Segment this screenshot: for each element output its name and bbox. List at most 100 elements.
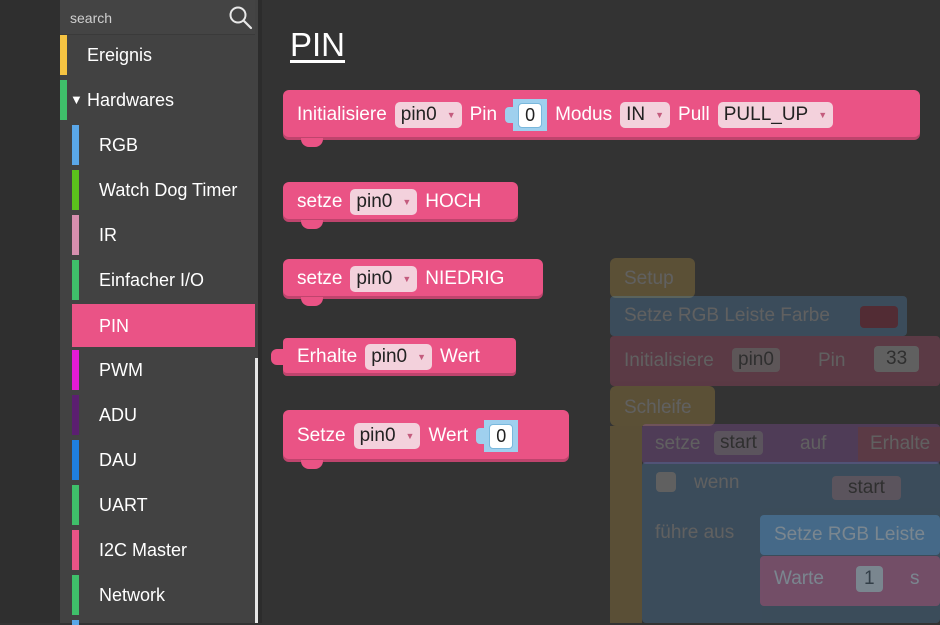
category-label: Hardwares: [87, 90, 175, 110]
dropdown-value: PULL_UP: [723, 104, 809, 125]
pin-dropdown[interactable]: pin0 ▼: [353, 423, 421, 449]
socket-box: 0: [484, 420, 519, 452]
dropdown-arrow-icon: ▼: [405, 431, 415, 441]
category-color-bar: [60, 80, 67, 120]
ghost-init-pin: pin0: [732, 348, 780, 372]
ghost-rgb-label: Setze RGB Leiste Farbe: [624, 305, 830, 326]
category-label: DAU: [99, 450, 138, 470]
pin-dropdown[interactable]: pin0 ▼: [350, 189, 418, 215]
category-hardwares[interactable]: ▼ Hardwares: [60, 78, 255, 122]
ghost-loop-label: Schleife: [624, 397, 692, 418]
category-network[interactable]: Network: [72, 573, 255, 617]
category-label: Einfacher I/O: [99, 270, 205, 290]
output-tab: [271, 349, 283, 365]
ghost-set-word: setze: [655, 433, 701, 454]
set-high-block[interactable]: setze pin0 ▼ HOCH: [283, 182, 518, 229]
category-label: I2C Master: [99, 540, 188, 560]
block-text: Wert: [428, 425, 469, 446]
dropdown-arrow-icon: ▼: [655, 110, 665, 120]
ghost-rgb2-block: Setze RGB Leiste: [760, 515, 940, 555]
dropdown-arrow-icon: ▼: [417, 352, 427, 362]
block-text: setze: [297, 268, 343, 289]
category-pin[interactable]: PIN: [72, 304, 255, 347]
category-next[interactable]: [72, 618, 255, 625]
category-color-bar: [72, 215, 79, 255]
category-watch-dog-timer[interactable]: Watch Dog Timer: [72, 168, 255, 212]
get-value-block[interactable]: Erhalte pin0 ▼ Wert: [271, 338, 516, 376]
category-i2c-master[interactable]: I2C Master: [72, 528, 255, 572]
ghost-init-word: Pin: [818, 350, 846, 371]
category-color-bar: [72, 350, 79, 390]
category-adu[interactable]: ADU: [72, 393, 255, 437]
ghost-init-value: 33: [874, 346, 920, 372]
category-pwm[interactable]: PWM: [72, 348, 255, 392]
ghost-setup-label: Setup: [624, 268, 674, 289]
ghost-set-to: auf: [800, 433, 827, 454]
search-icon[interactable]: [228, 5, 254, 31]
ghost-init-label: Initialisiere: [624, 350, 714, 371]
category-dau[interactable]: DAU: [72, 438, 255, 482]
block-text: Setze: [297, 425, 346, 446]
ghost-init-block: Initialisiere pin0 Pin 33: [610, 336, 940, 386]
ghost-do-word: führe aus: [655, 522, 735, 543]
number-input[interactable]: 0: [518, 102, 543, 128]
pin-dropdown[interactable]: pin0 ▼: [365, 344, 433, 370]
ghost-wait-value: 1: [856, 566, 883, 592]
dropdown-arrow-icon: ▼: [402, 197, 412, 207]
category-ir[interactable]: IR: [72, 213, 255, 257]
ghost-get-word: Erhalte: [858, 427, 940, 461]
dropdown-value: pin0: [359, 425, 396, 446]
socket-box: 0: [513, 99, 548, 131]
ghost-wait-label: Warte: [774, 568, 824, 589]
socket-tab: [476, 428, 485, 444]
ghost-set-var: start: [714, 431, 763, 455]
category-label: UART: [99, 495, 148, 515]
number-input[interactable]: 0: [489, 423, 514, 449]
init-pin-block[interactable]: Initialisiere pin0 ▼ Pin 0 Modus IN ▼ Pu…: [283, 90, 920, 147]
dropdown-value: pin0: [356, 268, 393, 289]
block-notch: [301, 460, 323, 469]
gear-icon: [656, 472, 676, 492]
block-text: HOCH: [425, 191, 482, 212]
expand-triangle-icon[interactable]: ▼: [70, 78, 83, 122]
category-color-bar: [72, 395, 79, 435]
search-input[interactable]: [68, 8, 222, 28]
category-rgb[interactable]: RGB: [72, 123, 255, 167]
toolbox-search: [60, 0, 255, 35]
block-text: Erhalte: [297, 346, 358, 367]
pull-dropdown[interactable]: PULL_UP ▼: [717, 102, 834, 128]
category-label: RGB: [99, 135, 139, 155]
number-socket: 0: [476, 420, 519, 452]
category-label: ADU: [99, 405, 138, 425]
category-ereignis[interactable]: Ereignis: [60, 33, 255, 77]
category-uart[interactable]: UART: [72, 483, 255, 527]
dropdown-arrow-icon: ▼: [446, 110, 456, 120]
ghost-rgb2-label: Setze RGB Leiste: [774, 524, 926, 545]
category-color-bar: [72, 440, 79, 480]
dropdown-value: pin0: [400, 104, 437, 125]
mode-dropdown[interactable]: IN ▼: [620, 102, 671, 128]
pin-dropdown[interactable]: pin0 ▼: [394, 102, 462, 128]
ghost-wait-block: Warte 1 s: [760, 556, 940, 606]
ghost-if-var: start: [832, 476, 901, 500]
set-value-block[interactable]: Setze pin0 ▼ Wert 0: [283, 410, 569, 469]
category-color-bar: [72, 170, 79, 210]
dropdown-value: IN: [626, 104, 646, 125]
category-color-bar: [72, 260, 79, 300]
category-color-bar: [72, 530, 79, 570]
block-text: Initialisiere: [297, 104, 387, 125]
left-gutter: [0, 0, 60, 623]
block-text: Pin: [469, 104, 498, 125]
set-low-block[interactable]: setze pin0 ▼ NIEDRIG: [283, 259, 543, 306]
block-notch: [301, 297, 323, 306]
block-notch: [301, 220, 323, 229]
block-notch: [301, 138, 323, 147]
category-einfacher-io[interactable]: Einfacher I/O: [72, 258, 255, 302]
category-color-bar: [72, 485, 79, 525]
category-label: Network: [99, 585, 166, 605]
category-color-bar: [72, 125, 79, 165]
pin-dropdown[interactable]: pin0 ▼: [350, 266, 418, 292]
workspace-title: PIN: [290, 26, 346, 63]
block-text: Wert: [440, 346, 480, 367]
category-label: PIN: [99, 316, 130, 336]
